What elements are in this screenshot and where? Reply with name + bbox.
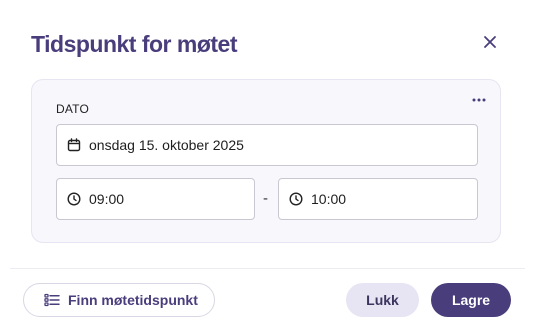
list-settings-icon xyxy=(44,293,60,307)
find-meeting-time-label: Finn møtetidspunkt xyxy=(68,292,198,308)
date-field[interactable]: onsdag 15. oktober 2025 xyxy=(56,124,478,166)
save-button[interactable]: Lagre xyxy=(431,283,511,317)
close-dialog-button[interactable]: Lukk xyxy=(346,283,419,317)
date-time-card: DATO onsdag 15. oktober 2025 09:00 - 10:… xyxy=(31,79,501,243)
start-time-field[interactable]: 09:00 xyxy=(56,178,255,220)
close-button[interactable] xyxy=(478,30,502,54)
find-meeting-time-button[interactable]: Finn møtetidspunkt xyxy=(23,283,215,317)
close-icon xyxy=(484,36,496,48)
footer-divider xyxy=(10,268,525,269)
date-value: onsdag 15. oktober 2025 xyxy=(89,137,244,153)
start-time-value: 09:00 xyxy=(89,191,125,207)
end-time-value: 10:00 xyxy=(311,191,347,207)
clock-icon xyxy=(67,192,81,206)
time-separator: - xyxy=(263,190,268,207)
more-options-button[interactable] xyxy=(467,88,491,112)
clock-icon xyxy=(289,192,303,206)
dialog-title: Tidspunkt for møtet xyxy=(31,31,238,57)
end-time-field[interactable]: 10:00 xyxy=(278,178,478,220)
more-horizontal-icon xyxy=(472,98,486,102)
calendar-icon xyxy=(67,138,81,152)
meeting-time-dialog: Tidspunkt for møtet DATO onsdag 15. okto… xyxy=(0,0,535,336)
date-label: DATO xyxy=(56,102,90,116)
